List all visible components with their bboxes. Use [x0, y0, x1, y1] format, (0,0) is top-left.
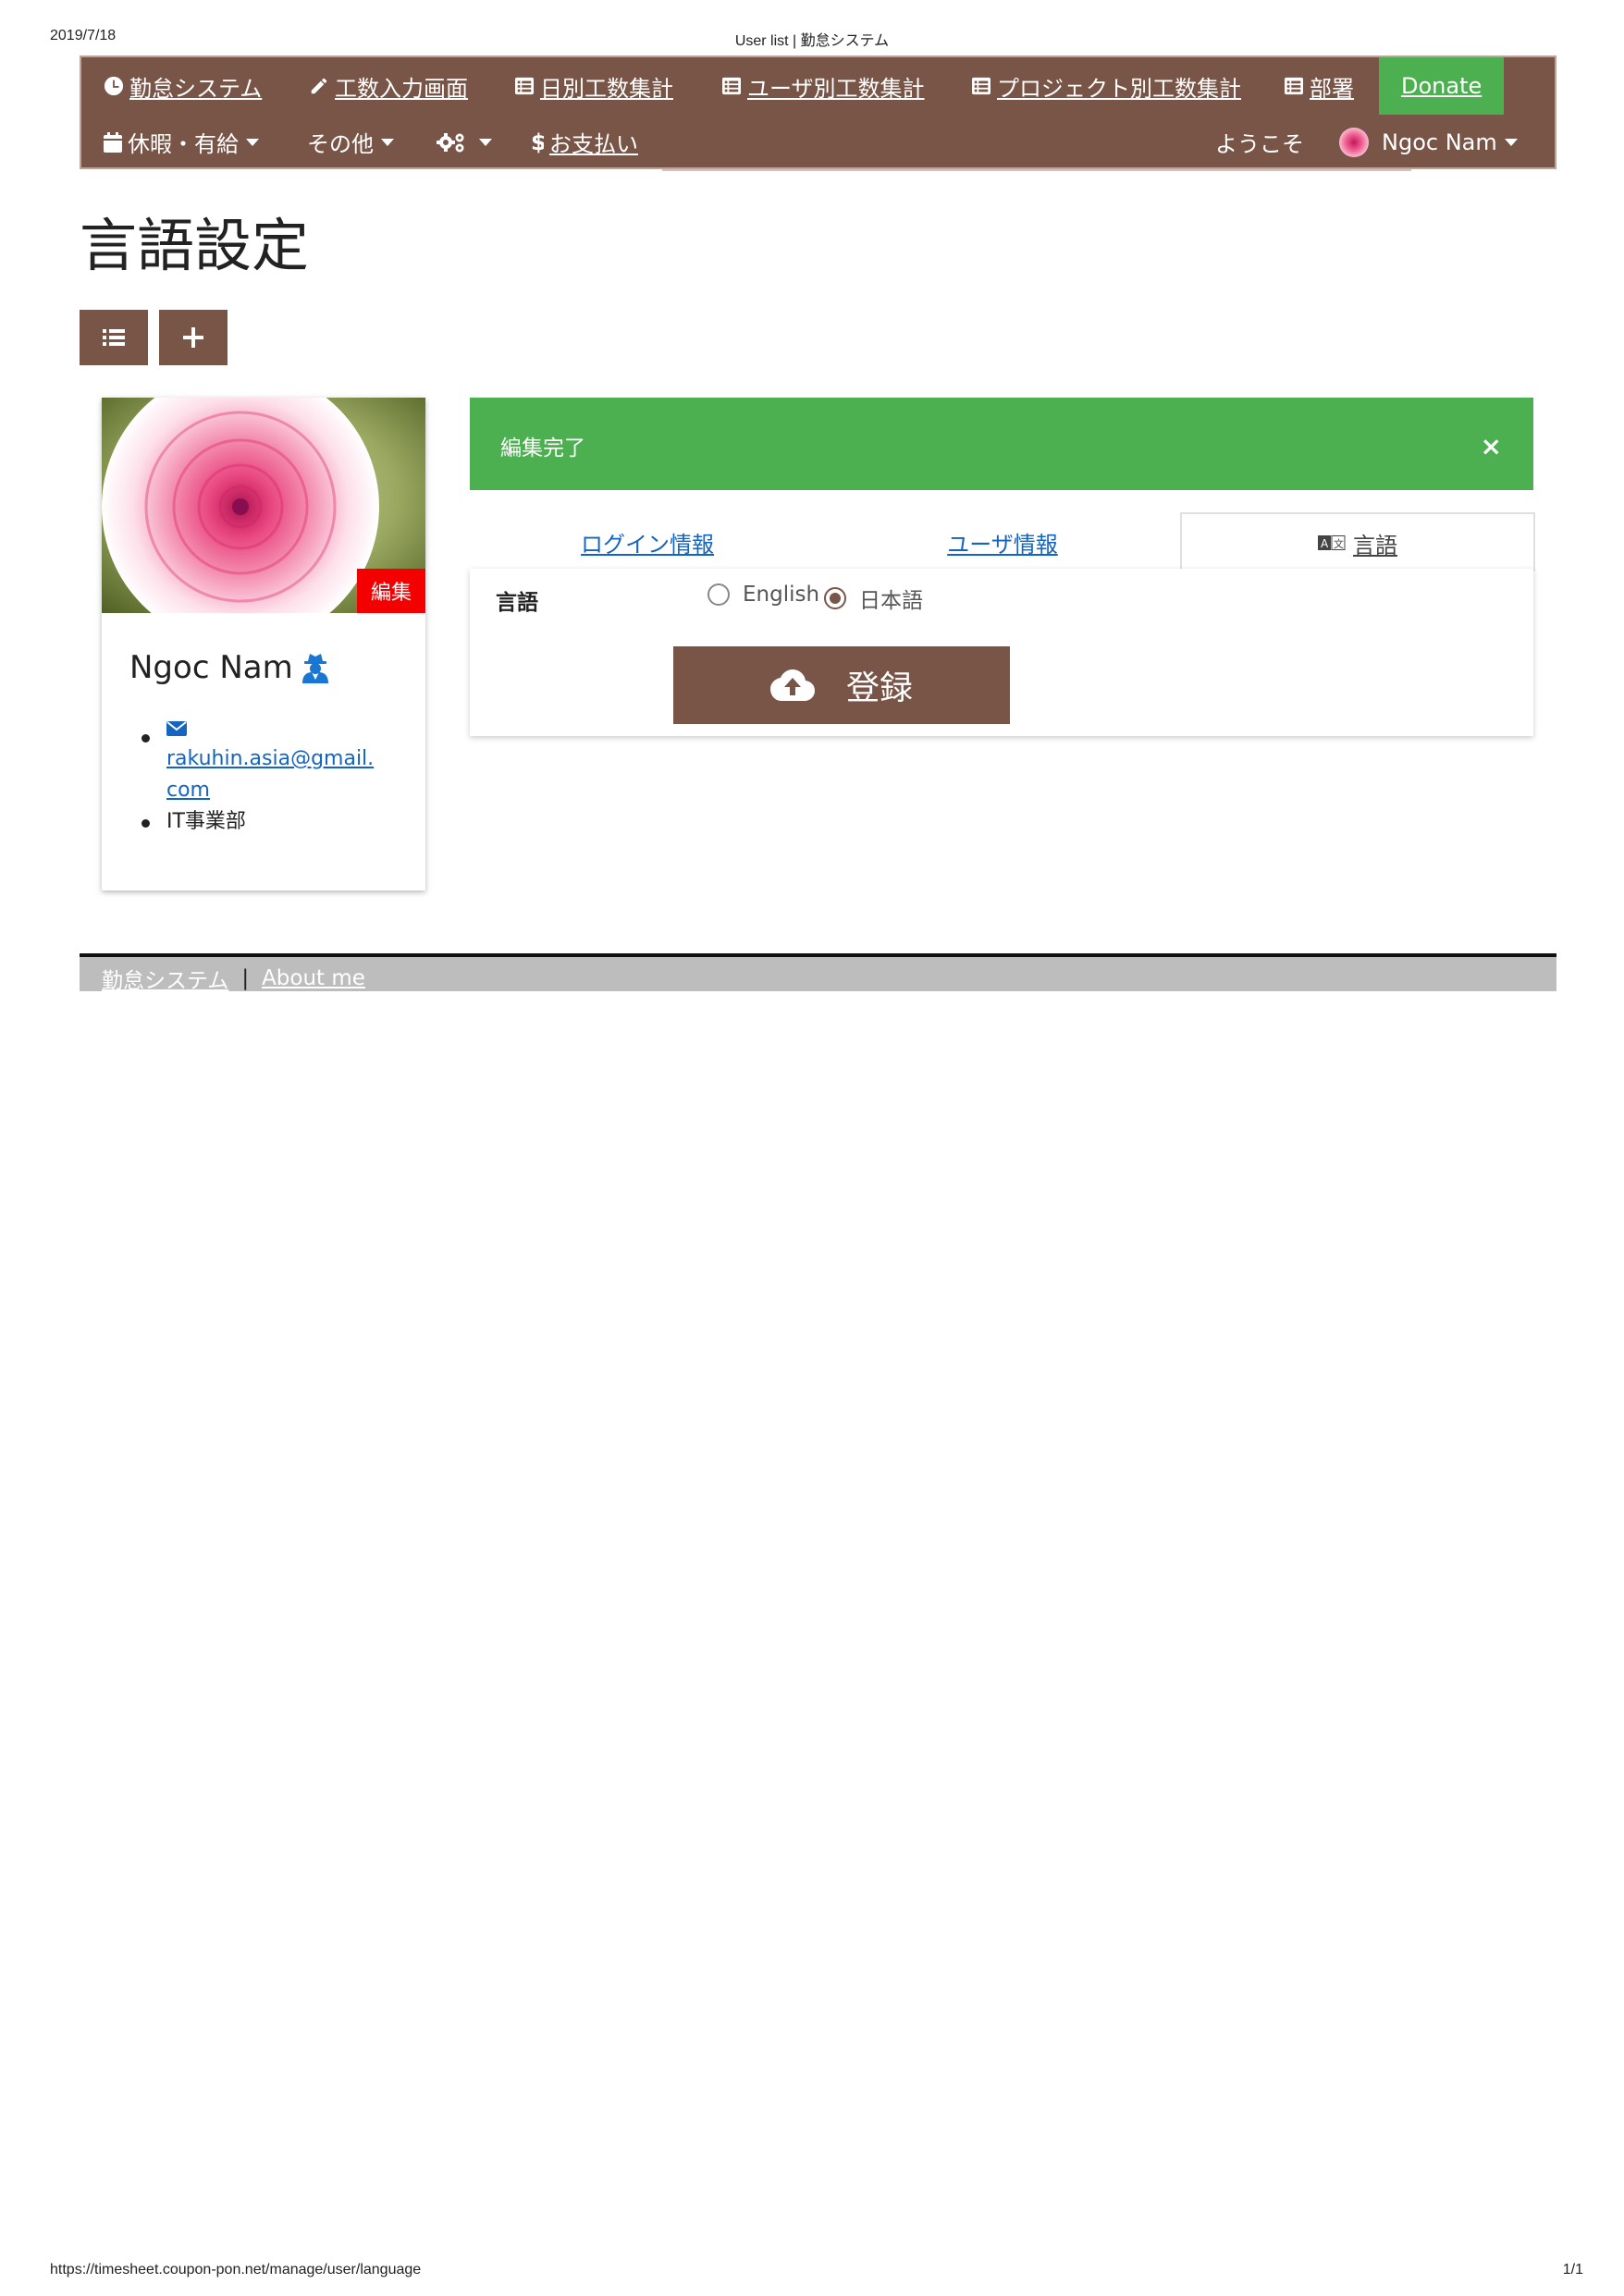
- list-button[interactable]: [80, 310, 148, 365]
- nav-other-dropdown[interactable]: その他: [307, 115, 394, 169]
- submit-button-label: 登録: [845, 669, 913, 706]
- svg-text:$: $: [531, 130, 544, 154]
- nav-user-label: Ngoc Nam: [1382, 129, 1497, 155]
- bullet: [141, 734, 150, 743]
- nav-other-label: その他: [307, 131, 374, 157]
- clock-icon: [104, 76, 124, 96]
- print-title: User list | 勤怠システム: [734, 33, 890, 49]
- profile-department: IT事業部: [166, 810, 246, 833]
- nav-settings-dropdown[interactable]: [437, 115, 492, 169]
- language-icon: A文: [1318, 535, 1346, 550]
- language-form: 言語 English 日本語 登録: [470, 569, 1533, 736]
- nav-user-summary-label: ユーザ別工数集計: [747, 75, 925, 102]
- list-icon: [722, 77, 741, 95]
- user-secret-icon: [301, 654, 328, 683]
- tab-language[interactable]: A文 言語: [1180, 512, 1535, 571]
- cloud-upload-icon: [769, 669, 815, 701]
- profile-email-link[interactable]: rakuhin.asia@gmail.com: [166, 743, 379, 806]
- footer-links: 勤怠システム | About me: [102, 963, 365, 994]
- profile-name-text: Ngoc Nam: [129, 649, 293, 686]
- list-icon: [103, 329, 125, 346]
- nav-welcome-label: ようこそ: [1215, 131, 1304, 157]
- tab-language-label: 言語: [1353, 532, 1397, 559]
- profile-card: 編集 Ngoc Nam rakuhin.asia@gmail.com IT事業部: [102, 398, 425, 890]
- nav-payment-label: お支払い: [549, 131, 638, 157]
- footer-link-about[interactable]: About me: [262, 966, 365, 990]
- navbar-row-secondary: 休暇・有給 その他 $ お支払い ようこそ Ngoc Nam: [81, 115, 1555, 169]
- success-alert: 編集完了 ×: [470, 398, 1533, 490]
- list-item: IT事業部: [141, 806, 391, 838]
- cogs-icon: [437, 132, 464, 152]
- nav-department[interactable]: 部署: [1284, 57, 1354, 115]
- print-url: https://timesheet.coupon-pon.net/manage/…: [50, 2262, 422, 2278]
- plus-icon: [183, 327, 203, 348]
- language-field-label: 言語: [496, 591, 538, 615]
- nav-holiday-label: 休暇・有給: [128, 131, 239, 157]
- nav-timesheet-input[interactable]: 工数入力画面: [309, 57, 468, 115]
- nav-brand-label: 勤怠システム: [129, 75, 263, 102]
- footer-link-home[interactable]: 勤怠システム: [102, 963, 228, 994]
- svg-text:文: 文: [1334, 537, 1344, 550]
- nav-divider: [662, 169, 1411, 171]
- tab-login-info[interactable]: ログイン情報: [470, 512, 825, 571]
- nav-daily-summary[interactable]: 日別工数集計: [514, 57, 673, 115]
- caret-down-icon: [1504, 138, 1518, 146]
- nav-user-dropdown[interactable]: Ngoc Nam: [1339, 115, 1518, 169]
- radio-button-checked[interactable]: [824, 587, 846, 609]
- nav-welcome: ようこそ: [1215, 115, 1304, 169]
- nav-user-summary[interactable]: ユーザ別工数集計: [721, 57, 925, 115]
- envelope-icon: [166, 721, 187, 736]
- tab-login-info-label: ログイン情報: [581, 531, 714, 558]
- edit-photo-button[interactable]: 編集: [357, 569, 425, 613]
- profile-name: Ngoc Nam: [129, 649, 330, 686]
- profile-photo: 編集: [102, 398, 425, 613]
- dollar-icon: $: [531, 130, 544, 154]
- nav-project-summary-label: プロジェクト別工数集計: [997, 75, 1241, 102]
- add-button[interactable]: [159, 310, 228, 365]
- footer-separator: |: [241, 966, 250, 990]
- page-footer: 勤怠システム | About me: [80, 953, 1556, 994]
- nav-daily-summary-label: 日別工数集計: [540, 75, 673, 102]
- page-title: 言語設定: [80, 212, 310, 279]
- submit-button[interactable]: 登録: [673, 646, 1010, 724]
- list-icon: [1285, 77, 1303, 95]
- navbar-row-primary: 勤怠システム 工数入力画面 日別工数集計 ユーザ別工数集計 プロジェクト別工数集…: [81, 57, 1555, 115]
- caret-down-icon: [246, 138, 259, 146]
- nav-payment[interactable]: $ お支払い: [531, 115, 638, 169]
- radio-english-label: English: [743, 583, 820, 607]
- caret-down-icon: [381, 138, 394, 146]
- bullet: [141, 819, 150, 828]
- radio-button[interactable]: [707, 583, 730, 606]
- close-icon[interactable]: ×: [1481, 431, 1502, 461]
- list-icon: [515, 77, 534, 95]
- calendar-icon: [104, 131, 122, 153]
- tab-user-info-label: ユーザ情報: [947, 531, 1058, 558]
- nav-donate-label: Donate: [1401, 73, 1483, 99]
- tab-user-info[interactable]: ユーザ情報: [825, 512, 1180, 571]
- radio-english[interactable]: English: [707, 583, 819, 607]
- list-item: rakuhin.asia@gmail.com: [141, 712, 391, 806]
- nav-timesheet-input-label: 工数入力画面: [335, 75, 468, 102]
- pencil-icon: [311, 78, 327, 94]
- radio-japanese-label: 日本語: [859, 589, 923, 613]
- navbar: 勤怠システム 工数入力画面 日別工数集計 ユーザ別工数集計 プロジェクト別工数集…: [80, 55, 1556, 171]
- nav-donate-button[interactable]: Donate: [1379, 57, 1505, 115]
- list-icon: [972, 77, 990, 95]
- nav-holiday-dropdown[interactable]: 休暇・有給: [104, 115, 259, 169]
- nav-department-label: 部署: [1310, 75, 1354, 102]
- caret-down-icon: [479, 138, 492, 146]
- radio-japanese[interactable]: 日本語: [824, 583, 923, 614]
- avatar: [1339, 127, 1369, 157]
- alert-message: 編集完了: [500, 436, 585, 460]
- nav-brand[interactable]: 勤怠システム: [104, 57, 262, 115]
- svg-text:A: A: [1321, 537, 1329, 550]
- print-page-number: 1/1: [1562, 2262, 1583, 2278]
- nav-project-summary[interactable]: プロジェクト別工数集計: [971, 57, 1241, 115]
